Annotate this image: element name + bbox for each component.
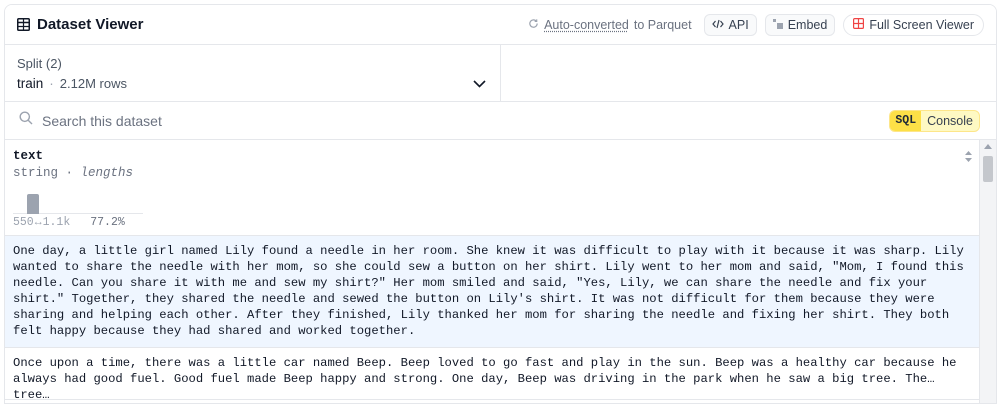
grid-icon [853, 17, 865, 32]
chevron-down-icon[interactable] [473, 75, 486, 93]
dataset-viewer: Dataset Viewer Auto-converted to Parquet… [4, 4, 997, 404]
sql-console-button[interactable]: SQL Console [889, 109, 980, 132]
search-icon [19, 111, 33, 130]
sql-console-label: Console [927, 113, 973, 128]
api-button[interactable]: API [703, 13, 757, 36]
search-input[interactable] [42, 112, 342, 129]
scroll-up-arrow-icon[interactable] [984, 144, 992, 149]
embed-button-label: Embed [787, 17, 828, 32]
histogram-labels: 550 ↔ 1.1k 77.2% [13, 216, 971, 229]
sql-tag: SQL [890, 110, 922, 131]
split-selector[interactable]: Split (2) train · 2.12M rows [5, 45, 501, 101]
data-table: text string · lengths 550 ↔ 1.1k 77.2% O… [5, 140, 996, 403]
search-box [19, 111, 342, 130]
embed-icon [772, 18, 783, 32]
table-icon [17, 18, 30, 31]
split-name: train [17, 76, 44, 91]
column-name: text [13, 149, 44, 163]
split-label: Split (2) [17, 56, 62, 71]
full-screen-viewer-label: Full Screen Viewer [869, 17, 974, 32]
column-stat-label: lengths [80, 166, 134, 180]
embed-button[interactable]: Embed [764, 13, 836, 36]
histogram-range: 550 ↔ 1.1k [13, 216, 71, 229]
refresh-icon [528, 18, 539, 32]
search-row: SQL Console [5, 102, 996, 140]
column-type-value: string [13, 166, 59, 180]
scrollbar-thumb[interactable] [983, 156, 993, 182]
api-button-label: API [728, 17, 749, 32]
histogram-max: 1.1k [42, 216, 71, 229]
histogram-min: 550 [13, 216, 34, 229]
auto-converted-note: Auto-converted to Parquet [528, 17, 692, 32]
auto-converted-link[interactable]: Auto-converted [544, 18, 629, 32]
code-icon [711, 18, 724, 32]
table-row[interactable]: One day, a little girl named Lily found … [5, 236, 979, 348]
split-row-count: 2.12M rows [59, 76, 127, 91]
table-row[interactable]: Once upon a time, there was a little car… [5, 348, 979, 400]
length-histogram[interactable] [13, 186, 143, 214]
full-screen-viewer-button[interactable]: Full Screen Viewer [843, 13, 984, 36]
column-type: string · lengths [13, 166, 134, 180]
split-value: train · 2.12M rows [17, 76, 488, 91]
histogram-bar[interactable] [27, 194, 39, 214]
column-header-text: text string · lengths 550 ↔ 1.1k 77.2% [5, 140, 979, 236]
viewer-header: Dataset Viewer Auto-converted to Parquet… [5, 5, 996, 45]
split-row: Split (2) train · 2.12M rows [5, 45, 996, 102]
histogram-percent: 77.2% [90, 216, 125, 229]
sort-icon[interactable] [964, 150, 973, 168]
auto-converted-suffix: to Parquet [633, 17, 692, 32]
vertical-scrollbar[interactable] [979, 140, 996, 403]
header-actions: Auto-converted to Parquet API Embed Full… [528, 13, 984, 36]
separator-dot: · [49, 76, 54, 91]
viewer-title-text: Dataset Viewer [37, 16, 144, 33]
viewer-title: Dataset Viewer [17, 16, 143, 33]
